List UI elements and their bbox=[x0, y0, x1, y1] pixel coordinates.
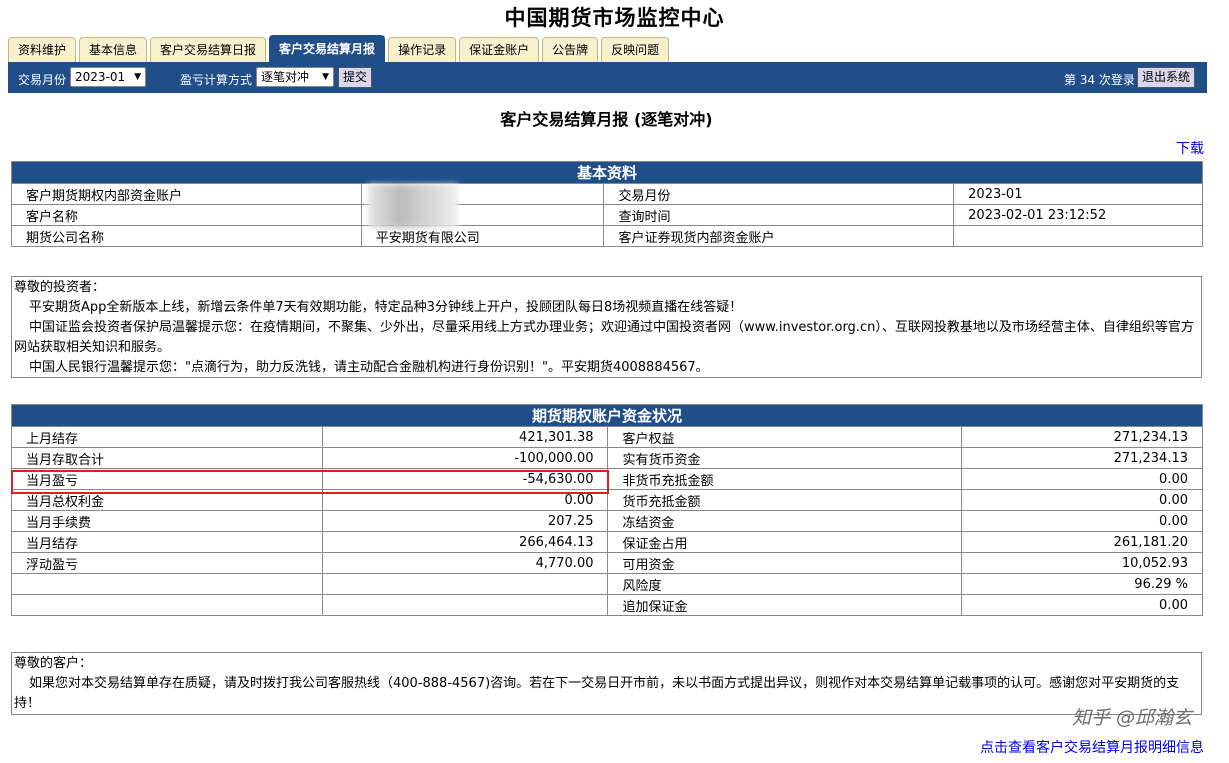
month-select[interactable]: 2023-01 ▼ bbox=[70, 67, 146, 87]
fund-value: 271,234.13 bbox=[961, 426, 1203, 448]
logout-button[interactable]: 退出系统 bbox=[1137, 67, 1196, 88]
info-value: 2023-01 bbox=[953, 183, 1203, 205]
info-value bbox=[953, 225, 1203, 247]
highlight-box bbox=[11, 470, 609, 494]
table-row: 风险度 96.29 % bbox=[11, 573, 1203, 595]
chevron-down-icon: ▼ bbox=[134, 72, 141, 82]
month-select-value: 2023-01 bbox=[75, 70, 126, 84]
notice-line: 如果您对本交易结算单存在质疑，请及时拨打我公司客服热线（400-888-4567… bbox=[14, 676, 1180, 711]
table-row: 客户期货期权内部资金账户 交易月份 2023-01 bbox=[11, 183, 1203, 205]
fund-label: 可用资金 bbox=[607, 552, 963, 574]
fund-value: 266,464.13 bbox=[321, 531, 609, 553]
info-label: 客户期货期权内部资金账户 bbox=[11, 183, 362, 205]
page-title: 客户交易结算月报 (逐笔对冲) bbox=[500, 110, 713, 129]
info-label: 期货公司名称 bbox=[11, 225, 362, 247]
main-tabs: 资料维护 基本信息 客户交易结算日报 客户交易结算月报 操作记录 保证金账户 公… bbox=[8, 35, 672, 62]
investor-notice: 尊敬的投资者： 平安期货App全新版本上线，新增云条件单7天有效期功能，特定品种… bbox=[11, 276, 1202, 378]
tab-bulletin[interactable]: 公告牌 bbox=[542, 37, 599, 62]
table-row: 期货公司名称 平安期货有限公司 客户证券现货内部资金账户 bbox=[11, 225, 1203, 247]
submit-button[interactable]: 提交 bbox=[338, 67, 373, 88]
fund-value: 421,301.38 bbox=[321, 426, 609, 448]
fund-label: 上月结存 bbox=[11, 426, 323, 448]
tab-daily-report[interactable]: 客户交易结算日报 bbox=[150, 37, 267, 62]
table-row: 追加保证金 0.00 bbox=[11, 594, 1203, 616]
funds-table: 期货期权账户资金状况 上月结存 421,301.38 客户权益 271,234.… bbox=[11, 404, 1203, 616]
tab-margin-account[interactable]: 保证金账户 bbox=[459, 37, 540, 62]
table-row: 浮动盈亏 4,770.00 可用资金 10,052.93 bbox=[11, 552, 1203, 574]
fund-value: 0.00 bbox=[961, 594, 1203, 616]
fund-value: 0.00 bbox=[961, 468, 1203, 490]
basic-info-title: 基本资料 bbox=[11, 161, 1203, 184]
customer-notice: 尊敬的客户： 如果您对本交易结算单存在质疑，请及时拨打我公司客服热线（400-8… bbox=[11, 652, 1202, 715]
month-label: 交易月份 bbox=[18, 73, 67, 87]
notice-line: 平安期货App全新版本上线，新增云条件单7天有效期功能，特定品种3分钟线上开户，… bbox=[29, 300, 743, 315]
fund-label: 浮动盈亏 bbox=[11, 552, 323, 574]
notice-line: 中国人民银行温馨提示您："点滴行为，助力反洗钱，请主动配合金融机构进行身份识别！… bbox=[29, 360, 709, 375]
table-row: 当月手续费 207.25 冻结资金 0.00 bbox=[11, 510, 1203, 532]
fund-label: 当月存取合计 bbox=[11, 447, 323, 469]
notice-greeting: 尊敬的投资者： bbox=[14, 280, 106, 295]
info-label: 查询时间 bbox=[603, 204, 955, 226]
table-row: 当月结存 266,464.13 保证金占用 261,181.20 bbox=[11, 531, 1203, 553]
fund-value: 4,770.00 bbox=[321, 552, 609, 574]
fund-value: 10,052.93 bbox=[961, 552, 1203, 574]
info-label: 交易月份 bbox=[603, 183, 955, 205]
fund-label: 风险度 bbox=[607, 573, 963, 595]
fund-label bbox=[11, 573, 323, 595]
funds-title: 期货期权账户资金状况 bbox=[11, 404, 1203, 427]
info-label: 客户名称 bbox=[11, 204, 362, 226]
fund-label bbox=[11, 594, 323, 616]
fund-label: 冻结资金 bbox=[607, 510, 963, 532]
fund-value: 96.29 % bbox=[961, 573, 1203, 595]
fund-label: 保证金占用 bbox=[607, 531, 963, 553]
table-row: 上月结存 421,301.38 客户权益 271,234.13 bbox=[11, 426, 1203, 448]
notice-greeting: 尊敬的客户： bbox=[14, 656, 93, 671]
tab-basic-info[interactable]: 基本信息 bbox=[79, 37, 148, 62]
fund-value: 0.00 bbox=[961, 489, 1203, 511]
login-count: 第 34 次登录 bbox=[1064, 73, 1135, 87]
fund-label: 追加保证金 bbox=[607, 594, 963, 616]
site-title: 中国期货市场监控中心 bbox=[504, 6, 725, 30]
fund-value: 207.25 bbox=[321, 510, 609, 532]
fund-value: 0.00 bbox=[961, 510, 1203, 532]
fund-value: 261,181.20 bbox=[961, 531, 1203, 553]
tab-feedback[interactable]: 反映问题 bbox=[601, 37, 670, 62]
chevron-down-icon: ▼ bbox=[322, 72, 329, 82]
table-row: 当月存取合计 -100,000.00 实有货币资金 271,234.13 bbox=[11, 447, 1203, 469]
tab-monthly-report[interactable]: 客户交易结算月报 bbox=[269, 35, 386, 62]
monthly-detail-link[interactable]: 点击查看客户交易结算月报明细信息 bbox=[980, 737, 1204, 757]
fund-label: 当月手续费 bbox=[11, 510, 323, 532]
tab-operation-log[interactable]: 操作记录 bbox=[388, 37, 457, 62]
fund-label: 非货币充抵金额 bbox=[607, 468, 963, 490]
query-toolbar: 交易月份 2023-01 ▼ 盈亏计算方式 逐笔对冲 ▼ 提交 第 34 次登录… bbox=[8, 62, 1207, 93]
fund-label: 客户权益 bbox=[607, 426, 963, 448]
redacted-blur bbox=[368, 184, 458, 228]
method-select[interactable]: 逐笔对冲 ▼ bbox=[256, 67, 334, 87]
tab-data-maintenance[interactable]: 资料维护 bbox=[8, 37, 77, 62]
method-label: 盈亏计算方式 bbox=[180, 73, 253, 87]
info-value: 平安期货有限公司 bbox=[360, 225, 605, 247]
basic-info-table: 基本资料 客户期货期权内部资金账户 交易月份 2023-01 客户名称 查询时间… bbox=[11, 161, 1203, 247]
info-label: 客户证券现货内部资金账户 bbox=[603, 225, 955, 247]
fund-value: 271,234.13 bbox=[961, 447, 1203, 469]
fund-label: 货币充抵金额 bbox=[607, 489, 963, 511]
notice-line: 中国证监会投资者保护局温馨提示您：在疫情期间，不聚集、少外出，尽量采用线上方式办… bbox=[14, 320, 1194, 355]
fund-label: 当月结存 bbox=[11, 531, 323, 553]
method-select-value: 逐笔对冲 bbox=[261, 70, 310, 84]
fund-label: 实有货币资金 bbox=[607, 447, 963, 469]
fund-value bbox=[321, 594, 609, 616]
fund-value: -100,000.00 bbox=[321, 447, 609, 469]
fund-value bbox=[321, 573, 609, 595]
watermark: 知乎 @邱瀚玄 bbox=[1072, 707, 1193, 729]
info-value: 2023-02-01 23:12:52 bbox=[953, 204, 1203, 226]
table-row: 客户名称 查询时间 2023-02-01 23:12:52 bbox=[11, 204, 1203, 226]
download-link[interactable]: 下载 bbox=[1176, 138, 1204, 158]
